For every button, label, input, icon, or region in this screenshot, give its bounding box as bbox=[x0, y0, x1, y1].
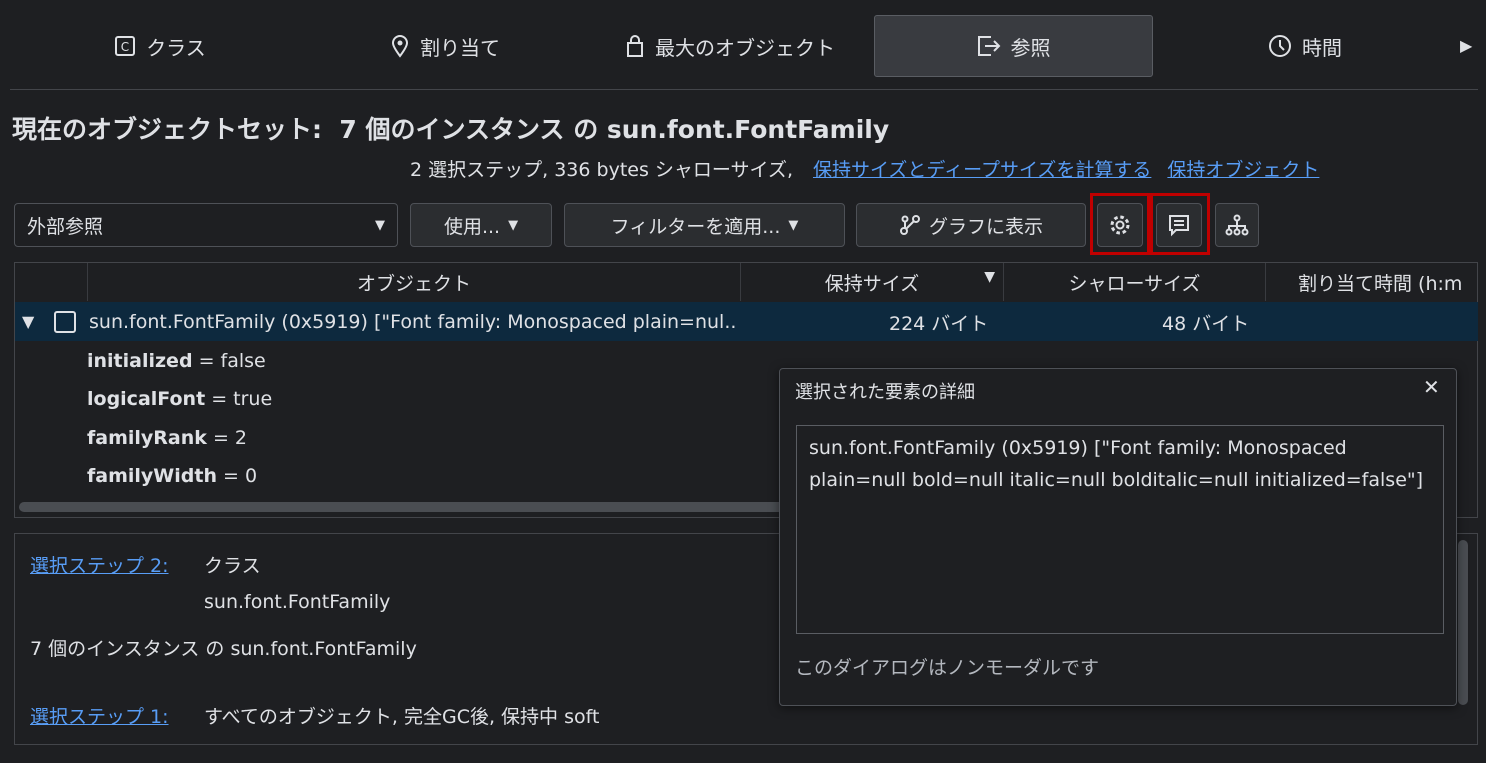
dialog-footer: このダイアログはノンモーダルです bbox=[795, 657, 1100, 679]
summary-text: 2 選択ステップ, 336 bytes シャローサイズ, bbox=[410, 159, 793, 181]
use-button[interactable]: 使用... ▼ bbox=[410, 203, 552, 247]
filter-label: フィルターを適用... bbox=[610, 215, 781, 238]
field-name: initialized bbox=[87, 350, 193, 372]
vertical-scrollbar[interactable] bbox=[1458, 540, 1468, 705]
row-checkbox[interactable] bbox=[54, 311, 76, 333]
row-shallow: 48 バイト bbox=[1162, 313, 1250, 335]
details-textarea[interactable]: sun.font.FontFamily (0x5919) ["Font fami… bbox=[796, 425, 1444, 634]
expand-icon[interactable]: ▼ bbox=[22, 312, 34, 331]
row-object: sun.font.FontFamily (0x5919) ["Font fami… bbox=[89, 311, 737, 333]
tab-class[interactable]: C クラス bbox=[90, 15, 230, 77]
tab-label: 最大のオブジェクト bbox=[655, 35, 835, 60]
tab-scroll-right-icon[interactable]: ▶ bbox=[1460, 36, 1472, 55]
dialog-title: 選択された要素の詳細 bbox=[795, 382, 975, 403]
divider bbox=[10, 89, 1478, 90]
header-blank bbox=[15, 263, 88, 301]
details-dialog: 選択された要素の詳細 ✕ sun.font.FontFamily (0x5919… bbox=[779, 368, 1457, 706]
tab-label: 割り当て bbox=[420, 35, 500, 60]
header-retained-size[interactable]: 保持サイズ ▼ bbox=[741, 263, 1004, 301]
settings-button[interactable] bbox=[1097, 203, 1143, 247]
row-retained: 224 バイト bbox=[889, 313, 989, 335]
result-text: 7 個のインスタンス の sun.font.FontFamily bbox=[30, 638, 417, 660]
tab-time[interactable]: 時間 bbox=[1250, 15, 1360, 77]
header-label: 保持サイズ bbox=[824, 272, 920, 295]
hierarchy-icon bbox=[1225, 213, 1249, 237]
tab-label: 時間 bbox=[1302, 35, 1342, 60]
class-icon: C bbox=[114, 35, 136, 57]
apply-filter-button[interactable]: フィルターを適用... ▼ bbox=[564, 203, 845, 247]
graph-icon bbox=[899, 214, 921, 236]
gear-icon bbox=[1108, 213, 1132, 237]
field-row[interactable]: logicalFont = true bbox=[87, 388, 272, 410]
field-row[interactable]: initialized = false bbox=[87, 350, 266, 372]
chevron-down-icon: ▼ bbox=[375, 217, 385, 233]
header-object[interactable]: オブジェクト bbox=[88, 263, 741, 301]
tab-label: 参照 bbox=[1010, 35, 1051, 60]
field-row[interactable]: familyRank = 2 bbox=[87, 427, 247, 449]
clock-icon bbox=[1268, 34, 1292, 58]
step2-class: sun.font.FontFamily bbox=[204, 591, 391, 613]
field-value: = 0 bbox=[216, 465, 258, 487]
retained-objects-link[interactable]: 保持オブジェクト bbox=[1167, 155, 1319, 182]
header-alloc-time[interactable]: 割り当て時間 (h:m bbox=[1266, 263, 1478, 301]
chevron-down-icon: ▼ bbox=[788, 217, 799, 233]
details-button[interactable] bbox=[1156, 203, 1202, 247]
step2-type: クラス bbox=[204, 555, 261, 577]
location-pin-icon bbox=[390, 34, 410, 58]
bag-icon bbox=[625, 34, 645, 58]
show-graph-button[interactable]: グラフに表示 bbox=[856, 203, 1086, 247]
tab-label: クラス bbox=[146, 35, 206, 60]
calculate-sizes-link[interactable]: 保持サイズとディープサイズを計算する bbox=[813, 155, 1151, 182]
horizontal-scrollbar[interactable] bbox=[19, 502, 789, 512]
view-select-value: 外部参照 bbox=[27, 215, 104, 238]
field-name: logicalFont bbox=[87, 388, 206, 410]
tab-allocation[interactable]: 割り当て bbox=[370, 15, 520, 77]
field-name: familyRank bbox=[87, 427, 207, 449]
svg-text:C: C bbox=[121, 40, 129, 54]
field-value: = true bbox=[205, 388, 273, 410]
field-value: = 2 bbox=[206, 427, 248, 449]
step2-link[interactable]: 選択ステップ 2: bbox=[30, 551, 169, 578]
close-icon[interactable]: ✕ bbox=[1423, 375, 1440, 399]
view-select[interactable]: 外部参照 ▼ bbox=[14, 203, 398, 247]
header-shallow-size[interactable]: シャローサイズ bbox=[1004, 263, 1266, 301]
field-name: familyWidth bbox=[87, 465, 217, 487]
use-label: 使用... bbox=[443, 215, 501, 238]
graph-label: グラフに表示 bbox=[928, 215, 1043, 238]
sort-desc-icon: ▼ bbox=[984, 269, 995, 285]
tab-biggest-objects[interactable]: 最大のオブジェクト bbox=[600, 15, 860, 77]
field-row[interactable]: familyWidth = 0 bbox=[87, 465, 257, 487]
page-title: 現在のオブジェクトセット: 7 個のインスタンス の sun.font.Font… bbox=[12, 115, 890, 144]
hierarchy-button[interactable] bbox=[1215, 203, 1259, 247]
message-icon bbox=[1167, 213, 1191, 237]
tab-references[interactable]: 参照 bbox=[874, 15, 1153, 77]
step1-link[interactable]: 選択ステップ 1: bbox=[30, 702, 169, 729]
field-value: = false bbox=[192, 350, 266, 372]
step1-text: すべてのオブジェクト, 完全GC後, 保持中 soft bbox=[204, 706, 600, 728]
chevron-down-icon: ▼ bbox=[508, 217, 519, 233]
export-icon bbox=[977, 35, 1001, 57]
